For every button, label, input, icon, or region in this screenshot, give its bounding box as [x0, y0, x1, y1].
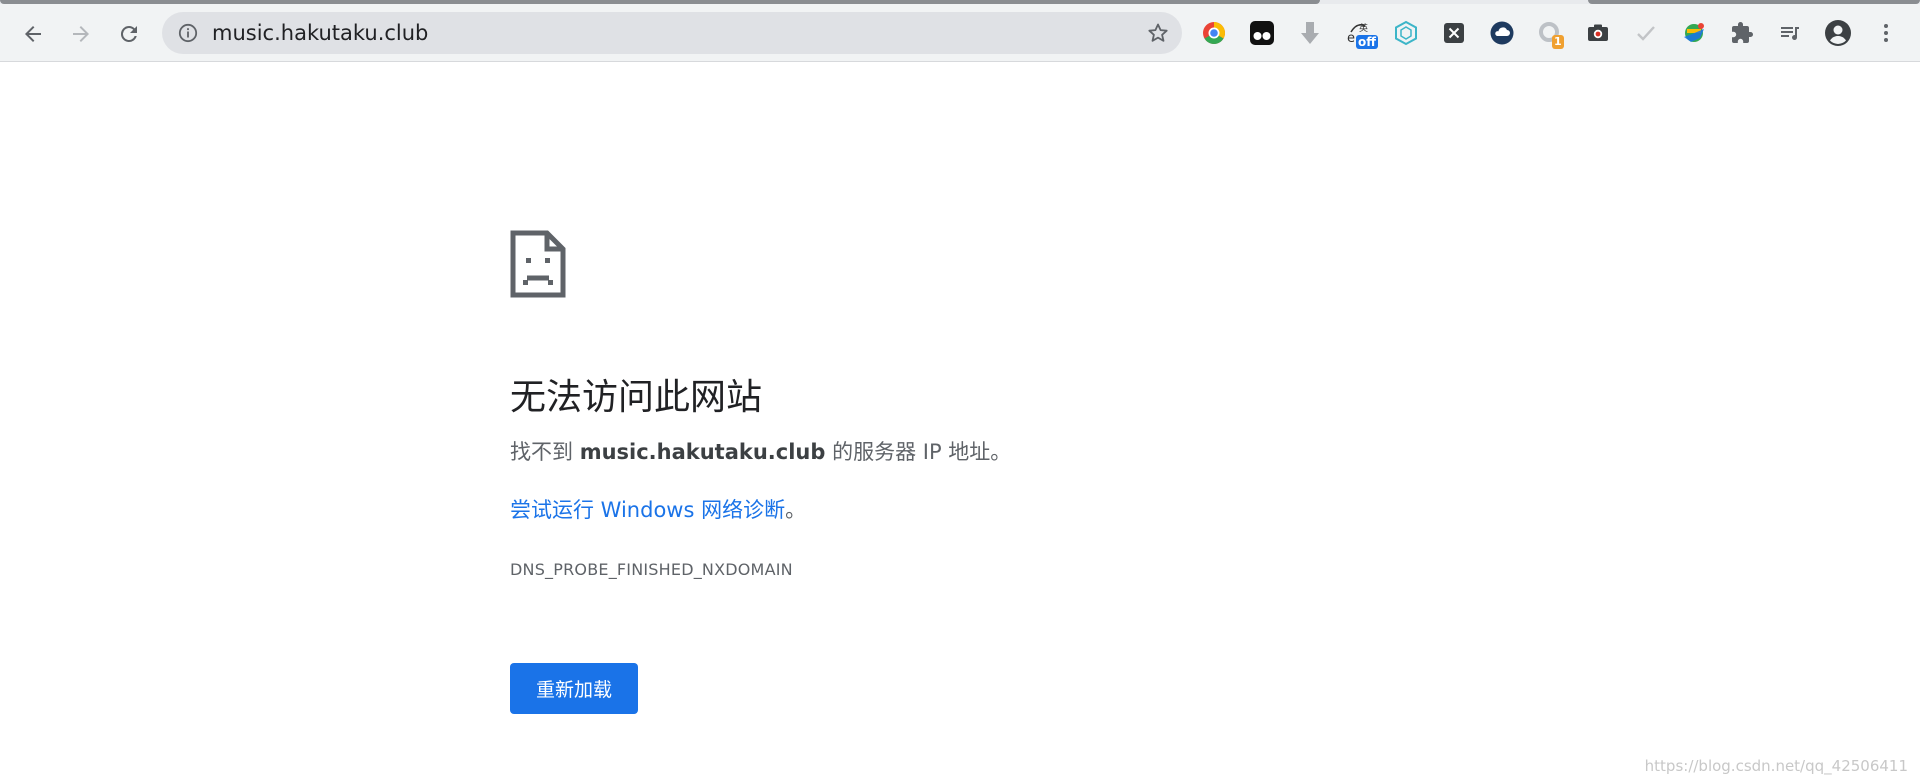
svg-text:英: 英: [1359, 22, 1368, 34]
error-summary: 找不到 music.hakutaku.club 的服务器 IP 地址。: [510, 436, 1011, 466]
back-button[interactable]: [15, 16, 51, 52]
reading-list-extension[interactable]: [1776, 19, 1804, 47]
cloud-icon: [1490, 21, 1514, 45]
check-icon: [1637, 26, 1655, 41]
watermark: https://blog.csdn.net/qq_42506411: [1644, 757, 1908, 775]
menu-button[interactable]: [1872, 19, 1900, 47]
x-extension[interactable]: [1440, 19, 1468, 47]
check-extension[interactable]: [1632, 19, 1660, 47]
playlist-icon: [1781, 27, 1799, 40]
cloud-sync-extension[interactable]: [1488, 19, 1516, 47]
tampermonkey-extension[interactable]: [1248, 19, 1276, 47]
ring-extension[interactable]: 1: [1536, 19, 1564, 49]
reload-button[interactable]: [111, 16, 147, 52]
hex-web-extension[interactable]: [1392, 19, 1420, 47]
arrow-left-icon: [25, 26, 41, 42]
sad-document-icon: [510, 230, 566, 298]
camera-icon: [1588, 24, 1608, 41]
arrow-right-icon: [73, 26, 89, 42]
chrome-color-extension[interactable]: [1200, 19, 1228, 47]
globe-extension[interactable]: [1680, 19, 1708, 47]
camera-extension[interactable]: [1584, 19, 1612, 47]
forward-button[interactable]: [63, 16, 99, 52]
info-icon[interactable]: [178, 23, 198, 43]
error-code: DNS_PROBE_FINISHED_NXDOMAIN: [510, 560, 793, 579]
download-arrow-extension[interactable]: [1296, 19, 1324, 47]
reload-page-button[interactable]: 重新加载: [510, 663, 638, 714]
x-icon: [1444, 23, 1464, 43]
summary-prefix: 找不到: [510, 440, 580, 464]
suggestion-end: 。: [785, 498, 807, 522]
svg-text:e: e: [1347, 31, 1355, 46]
translate-off-extension[interactable]: e 英 off: [1344, 19, 1378, 49]
color-ring-icon: [1203, 22, 1225, 44]
more-vert-icon: [1884, 24, 1888, 42]
ring-badge: 1: [1552, 35, 1564, 49]
globe-icon: [1684, 23, 1704, 42]
profile-button[interactable]: [1824, 19, 1852, 47]
error-suggestion: 尝试运行 Windows 网络诊断。: [510, 494, 806, 524]
reload-icon: [120, 25, 137, 42]
tampermonkey-icon: [1250, 21, 1274, 45]
translate-badge: off: [1356, 35, 1378, 49]
hexagon-icon: [1395, 20, 1417, 46]
network-diagnostics-link[interactable]: 尝试运行 Windows 网络诊断: [510, 498, 785, 522]
download-icon: [1301, 22, 1319, 44]
error-title: 无法访问此网站: [510, 377, 763, 418]
puzzle-extensions-menu[interactable]: [1728, 19, 1756, 47]
summary-host: music.hakutaku.club: [579, 440, 826, 464]
summary-suffix: 的服务器 IP 地址。: [825, 440, 1012, 464]
url-text[interactable]: music.hakutaku.club: [212, 12, 428, 54]
star-icon[interactable]: [1146, 21, 1170, 45]
browser-toolbar: music.hakutaku.club e 英 off 1: [0, 4, 1920, 62]
account-circle-icon: [1825, 20, 1851, 46]
address-bar[interactable]: music.hakutaku.club: [162, 12, 1182, 54]
puzzle-icon: [1732, 22, 1753, 43]
